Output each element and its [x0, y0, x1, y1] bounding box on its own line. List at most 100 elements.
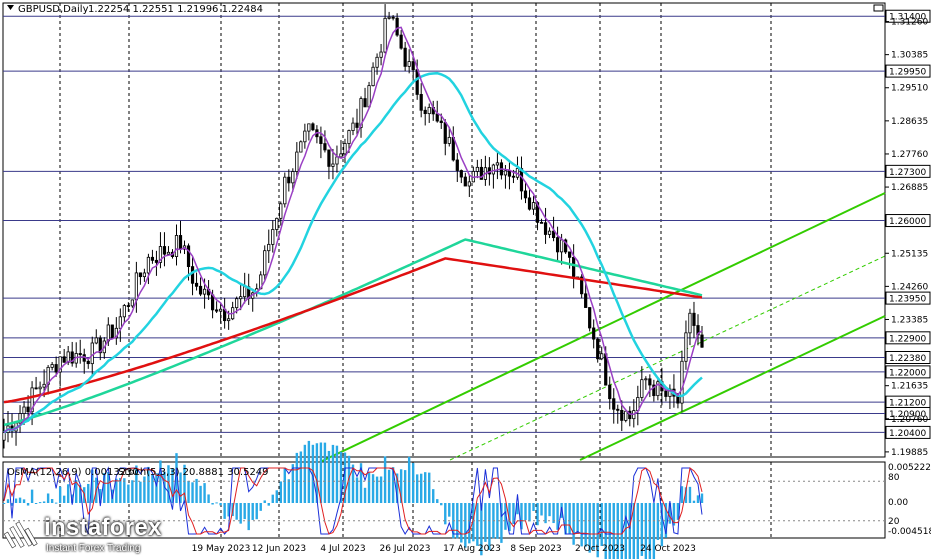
candle-body: [42, 383, 46, 388]
price-tick-label: 1.29510: [891, 84, 928, 94]
candle-body: [459, 170, 463, 178]
candle-body: [539, 221, 544, 224]
osma-bar: [548, 503, 551, 517]
candle-body: [146, 256, 151, 274]
osma-bar: [275, 490, 278, 503]
time-label: 26 Jul 2023: [380, 544, 431, 554]
candle-body: [38, 386, 42, 390]
osma-bar: [191, 482, 194, 503]
candle-body: [275, 217, 279, 230]
candle-body: [511, 175, 516, 178]
osma-bar: [488, 503, 491, 551]
time-label: 19 May 2023: [192, 544, 251, 554]
candle-body: [235, 298, 239, 309]
candle-body: [319, 136, 323, 144]
osma-bar: [327, 450, 331, 503]
price-tick-label: 1.24260: [891, 282, 928, 292]
candle-body: [403, 47, 407, 67]
osma-bar: [46, 493, 50, 503]
osma-bar: [251, 503, 254, 520]
level-label: 1.27300: [889, 168, 926, 178]
osma-bar: [403, 470, 407, 503]
candle-body: [559, 239, 564, 253]
candle-body: [427, 106, 431, 115]
osma-bar: [127, 484, 130, 503]
osma-bar: [259, 503, 262, 511]
osma-bar: [355, 477, 359, 503]
candle-body: [684, 332, 688, 362]
time-label: 8 Sep 2023: [510, 544, 561, 554]
candle-body: [676, 395, 680, 404]
time-axis: 19 May 2023 12 Jun 2023 4 Jul 2023 26 Jul 2…: [192, 544, 696, 554]
osma-bar: [568, 503, 571, 534]
candle-body: [94, 337, 98, 344]
candle-body: [227, 318, 231, 322]
candle-body: [692, 312, 696, 326]
osma-bar: [383, 456, 387, 503]
price-tick-label: 1.19885: [891, 448, 928, 458]
candle-body: [399, 34, 403, 49]
candle-body: [90, 342, 94, 365]
candle-body: [491, 164, 496, 175]
candle-body: [383, 17, 387, 53]
candle-body: [523, 190, 528, 199]
candle-body: [555, 237, 560, 253]
osma-bar: [460, 503, 463, 543]
candle-body: [335, 156, 339, 165]
candle-body: [166, 251, 171, 255]
osma-bar: [6, 499, 10, 503]
osma-bar: [584, 503, 587, 547]
candle-body: [134, 272, 138, 301]
candle-body: [106, 324, 110, 342]
price-tick-label: 1.28635: [891, 117, 928, 127]
candle-body: [138, 272, 142, 278]
osma-bar: [195, 478, 198, 503]
osma-bar: [407, 456, 411, 503]
osma-bar: [371, 474, 375, 503]
time-label: 24 Oct 2023: [640, 544, 696, 554]
candle-body: [291, 171, 295, 184]
candle-body: [688, 312, 692, 334]
candle-body: [339, 153, 343, 158]
candle-body: [531, 202, 536, 210]
time-label: 17 Aug 2023: [443, 544, 501, 554]
osma-bar: [211, 503, 214, 505]
candle-body: [26, 406, 30, 413]
osma-bar: [448, 503, 451, 517]
osma-bar: [692, 500, 696, 503]
osma-bar: [323, 442, 327, 503]
osma-bar: [235, 503, 238, 520]
osma-bar: [54, 502, 58, 504]
candle-body: [443, 122, 447, 144]
stoch-label: Stoch(5,3,3) 20.8881 30.5249: [118, 467, 269, 478]
osma-bar: [38, 502, 42, 504]
candle-body: [279, 203, 283, 219]
osma-bar: [528, 503, 531, 522]
candle-body: [644, 378, 648, 381]
candle-body: [307, 123, 311, 132]
candle-body: [547, 230, 552, 235]
candle-body: [503, 170, 508, 176]
watermark-brand: instaforex: [44, 514, 162, 541]
candle-body: [162, 246, 167, 255]
candle-body: [640, 379, 644, 398]
candle-body: [122, 305, 126, 318]
osma-bar: [387, 469, 391, 503]
osma-bar: [428, 472, 431, 503]
osma-bar: [303, 444, 307, 503]
osma-bar: [335, 445, 339, 503]
candle-body: [507, 170, 512, 177]
osma-bar: [700, 493, 704, 503]
candle-body: [700, 334, 704, 348]
osc-axis-label: -0.0045187: [888, 527, 931, 537]
time-label: 2 Oct 2023: [575, 544, 625, 554]
candle-body: [154, 259, 159, 263]
osma-bar: [263, 500, 266, 503]
candle-body: [283, 176, 287, 205]
osma-bar: [636, 503, 640, 559]
candle-body: [239, 296, 243, 300]
candle-body: [435, 113, 439, 122]
symbol-label: GBPUSD,Daily: [18, 4, 89, 15]
candle-body: [130, 299, 134, 307]
level-label: 1.29950: [889, 68, 926, 78]
